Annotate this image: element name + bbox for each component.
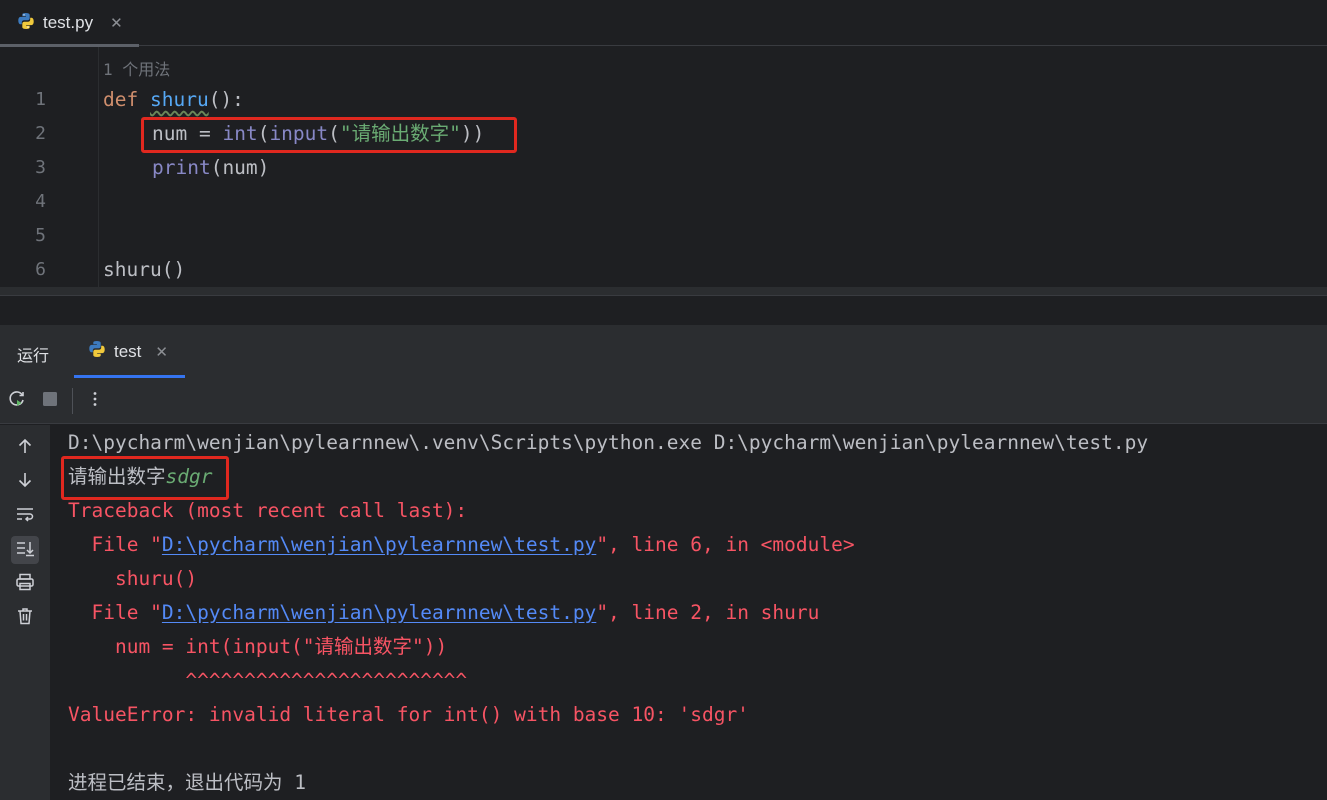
traceback-frame-1-code: shuru() [68, 567, 198, 590]
run-tab-test[interactable]: test ✕ [74, 325, 185, 378]
soft-wrap-button[interactable] [11, 502, 39, 530]
run-toolbar [0, 378, 1327, 424]
file-link[interactable]: D:\pycharm\wenjian\pylearnnew\test.py [162, 601, 596, 624]
line-number: 4 [35, 191, 46, 212]
traceback-frame-2: File "D:\pycharm\wenjian\pylearnnew\test… [68, 601, 820, 624]
rerun-button[interactable] [5, 389, 29, 413]
line-number: 6 [35, 259, 46, 280]
more-options-button[interactable] [83, 389, 107, 413]
console-output[interactable]: D:\pycharm\wenjian\pylearnnew\.venv\Scri… [50, 425, 1327, 800]
scroll-up-button[interactable] [11, 434, 39, 462]
run-panel-title: 运行 [17, 348, 50, 365]
run-tool-window-header: 运行 test ✕ [0, 325, 1327, 378]
close-icon[interactable]: ✕ [110, 14, 123, 32]
scroll-to-end-button[interactable] [11, 536, 39, 564]
printer-icon [15, 573, 35, 596]
python-run-icon [88, 340, 106, 363]
process-exit-message: 进程已结束，退出代码为 1 [68, 771, 306, 794]
horizontal-scrollbar[interactable] [0, 287, 1327, 295]
scroll-down-button[interactable] [11, 468, 39, 496]
more-vertical-icon [86, 390, 104, 413]
line-number: 3 [35, 157, 46, 178]
code-line-6[interactable]: 6 shuru() [0, 253, 1327, 287]
line-number: 2 [35, 123, 46, 144]
line-number: 5 [35, 225, 46, 246]
run-tab-label: test [114, 341, 142, 361]
code-line-4[interactable]: 4 [0, 185, 1327, 219]
arrow-up-icon [16, 437, 34, 460]
soft-wrap-icon [15, 505, 35, 528]
stop-button[interactable] [38, 389, 62, 413]
highlight-box-console [61, 456, 229, 500]
arrow-down-icon [16, 471, 34, 494]
code-editor[interactable]: 1 个用法 1 def shuru(): 2 num = int(input("… [0, 47, 1327, 287]
function-name-shuru: shuru [149, 88, 209, 111]
console-side-toolbar [0, 425, 50, 800]
traceback-carets: ^^^^^^^^^^^^^^^^^^^^^^^^ [68, 669, 468, 692]
traceback-frame-1: File "D:\pycharm\wenjian\pylearnnew\test… [68, 533, 855, 556]
highlight-box-editor [141, 117, 517, 153]
code-line-1[interactable]: 1 def shuru(): [0, 83, 1327, 117]
editor-tab-label: test.py [43, 13, 94, 32]
print-button[interactable] [11, 570, 39, 598]
rerun-icon [7, 389, 27, 414]
panel-splitter[interactable] [0, 295, 1327, 325]
toolbar-separator [72, 388, 73, 414]
editor-tab-test-py[interactable]: test.py ✕ [0, 0, 139, 47]
usage-hint[interactable]: 1 个用法 [103, 56, 170, 80]
clear-all-button[interactable] [11, 604, 39, 632]
line-number: 1 [35, 89, 46, 110]
close-icon[interactable]: ✕ [155, 343, 168, 361]
stop-icon [41, 390, 59, 413]
line-6-code: shuru() [103, 258, 186, 281]
scroll-to-end-icon [15, 539, 35, 562]
traceback-frame-2-code: num = int(input("请输出数字")) [68, 635, 448, 658]
error-message: ValueError: invalid literal for int() wi… [68, 703, 749, 726]
line-1-code: def shuru(): [103, 88, 244, 111]
console-command-line: D:\pycharm\wenjian\pylearnnew\.venv\Scri… [68, 431, 1149, 454]
code-line-3[interactable]: 3 print(num) [0, 151, 1327, 185]
trash-icon [16, 607, 34, 630]
python-file-icon [17, 12, 35, 35]
code-line-5[interactable]: 5 [0, 219, 1327, 253]
line-3-code: print(num) [152, 156, 270, 179]
file-link[interactable]: D:\pycharm\wenjian\pylearnnew\test.py [162, 533, 596, 556]
editor-tab-bar: test.py ✕ [0, 0, 1327, 47]
